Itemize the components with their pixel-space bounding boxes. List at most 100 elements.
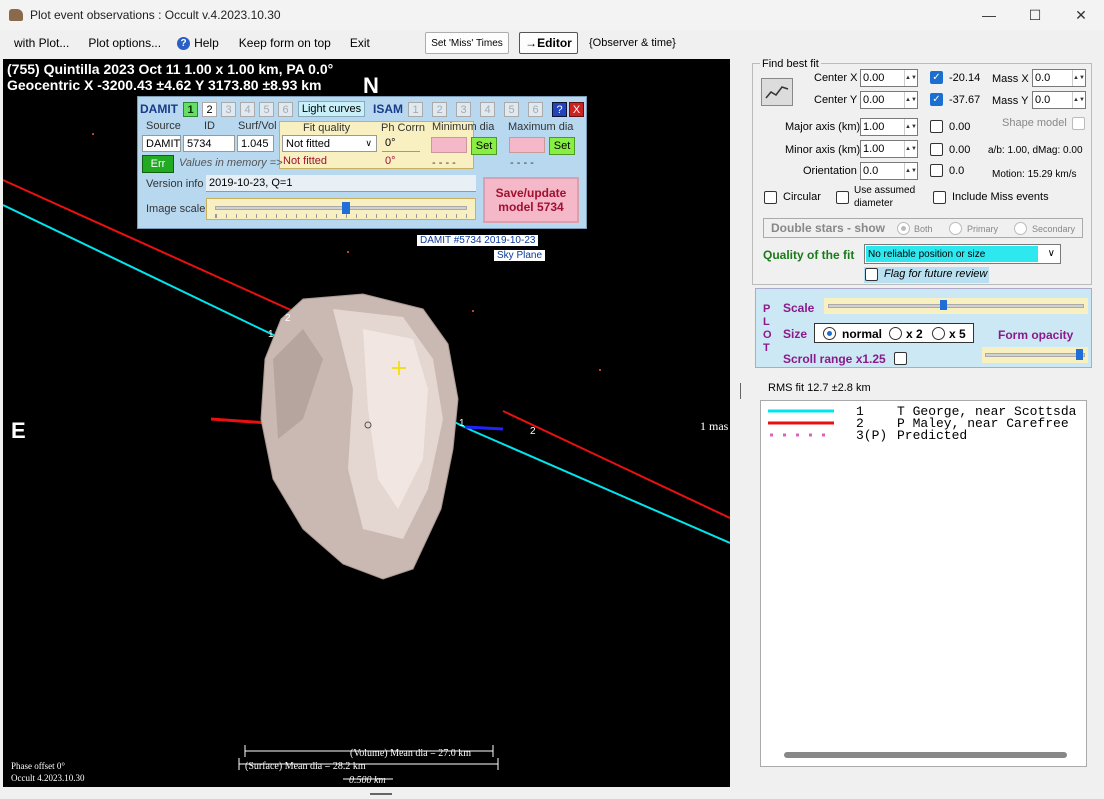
plot-header-line2: Geocentric X -3200.43 ±4.62 Y 3173.80 ±8… <box>7 77 322 93</box>
orientation-checkbox[interactable] <box>930 164 943 177</box>
size-x5-label: x 5 <box>949 327 966 341</box>
scale-thumb[interactable] <box>940 300 947 310</box>
orientation-label: Orientation <box>803 165 857 177</box>
center-y-field[interactable]: 0.00 ▲▼ <box>860 91 918 109</box>
best-fit-button[interactable] <box>761 78 793 106</box>
damit-close-button[interactable]: X <box>569 102 584 117</box>
legend-horizontal-scrollbar[interactable] <box>784 752 1067 758</box>
damit-model-4[interactable]: 4 <box>240 102 255 117</box>
orientation-result: 0.0 <box>949 165 965 177</box>
mass-y-field[interactable]: 0.0 ▲▼ <box>1032 91 1086 109</box>
damit-model-2[interactable]: 2 <box>202 102 217 117</box>
menu-with-plot[interactable]: with Plot... <box>14 36 69 50</box>
fit-quality-select[interactable]: Not fitted ∨ <box>282 135 377 152</box>
isam-model-5[interactable]: 5 <box>504 102 519 117</box>
flag-review-checkbox[interactable] <box>865 268 878 281</box>
damit-help-button[interactable]: ? <box>552 102 567 117</box>
plot-letter-p: P <box>763 303 771 315</box>
window-title: Plot event observations : Occult v.4.202… <box>30 8 281 22</box>
ph-corrn-memory: 0° <box>385 155 396 167</box>
mass-x-field[interactable]: 0.0 ▲▼ <box>1032 69 1086 87</box>
bottom-splitter-handle[interactable] <box>370 793 392 795</box>
double-secondary-label: Secondary <box>1032 224 1076 234</box>
isam-model-6[interactable]: 6 <box>528 102 543 117</box>
double-primary-radio[interactable] <box>949 222 962 235</box>
rms-fit-label: RMS fit 12.7 ±2.8 km <box>768 382 871 394</box>
damit-model-3[interactable]: 3 <box>221 102 236 117</box>
plot-version-label: Occult 4.2023.10.30 <box>11 773 85 783</box>
plot-canvas[interactable]: (755) Quintilla 2023 Oct 11 1.00 x 1.00 … <box>3 59 730 787</box>
chord-2-line-right <box>502 410 730 519</box>
shape-model-checkbox[interactable] <box>1072 117 1085 130</box>
orientation-field[interactable]: 0.0 ▲▼ <box>860 162 918 180</box>
id-field[interactable]: 5734 <box>183 135 235 152</box>
size-x5-radio[interactable] <box>932 327 945 340</box>
menu-help[interactable]: ? Help <box>177 36 219 50</box>
source-field[interactable]: DAMIT <box>142 135 181 152</box>
surfvol-field[interactable]: 1.045 <box>237 135 274 152</box>
scale-slider[interactable] <box>824 298 1088 314</box>
save-line2: model 5734 <box>498 200 564 214</box>
minimize-button[interactable]: — <box>966 0 1012 30</box>
center-y-checkbox[interactable]: ✓ <box>930 93 943 106</box>
legend-num-3: 3(P) <box>856 428 888 443</box>
minor-axis-checkbox[interactable] <box>930 143 943 156</box>
min-dia-dashes: - - - - <box>432 157 456 169</box>
ph-corrn-field[interactable]: 0° <box>382 135 420 152</box>
min-dia-field[interactable] <box>431 137 467 153</box>
fit-chart-icon <box>765 86 789 99</box>
minor-axis-field[interactable]: 1.00 ▲▼ <box>860 140 918 158</box>
menu-keep-on-top[interactable]: Keep form on top <box>239 36 331 50</box>
menu-exit[interactable]: Exit <box>350 36 370 50</box>
center-x-checkbox[interactable]: ✓ <box>930 71 943 84</box>
circular-checkbox[interactable] <box>764 191 777 204</box>
size-x2-radio[interactable] <box>889 327 902 340</box>
err-button[interactable]: Err <box>142 155 174 173</box>
isam-model-1[interactable]: 1 <box>408 102 423 117</box>
double-primary-label: Primary <box>967 224 998 234</box>
double-secondary-radio[interactable] <box>1014 222 1027 235</box>
isam-model-4[interactable]: 4 <box>480 102 495 117</box>
menu-plot-options[interactable]: Plot options... <box>88 36 161 50</box>
flag-review-label: Flag for future review <box>884 268 988 280</box>
image-scale-slider[interactable] <box>206 198 476 220</box>
save-update-model-button[interactable]: Save/update model 5734 <box>483 177 579 223</box>
include-miss-checkbox[interactable] <box>933 191 946 204</box>
splitter-handle[interactable] <box>740 383 741 399</box>
mas-scale-label: 1 mas <box>700 419 729 433</box>
version-info-field[interactable]: 2019-10-23, Q=1 <box>206 175 476 192</box>
max-dia-dashes: - - - - <box>510 157 534 169</box>
editor-button[interactable]: →Editor <box>519 32 578 54</box>
phase-offset-label: Phase offset 0° <box>11 761 65 771</box>
center-x-field[interactable]: 0.00 ▲▼ <box>860 69 918 87</box>
quality-fit-select[interactable]: No reliable position or size ∨ <box>864 244 1061 264</box>
damit-model-1[interactable]: 1 <box>183 102 198 117</box>
size-x2-label: x 2 <box>906 327 923 341</box>
observer-time-label[interactable]: {Observer & time} <box>589 37 676 49</box>
plot-settings-panel: P L O T Scale Size normal x 2 x 5 Form o… <box>755 288 1092 368</box>
menu-help-label: Help <box>194 36 219 50</box>
use-assumed-checkbox[interactable] <box>836 191 849 204</box>
major-axis-field[interactable]: 1.00 ▲▼ <box>860 118 918 136</box>
image-scale-thumb[interactable] <box>342 202 350 214</box>
plot-letter-t: T <box>763 342 770 354</box>
isam-model-2[interactable]: 2 <box>432 102 447 117</box>
light-curves-button[interactable]: Light curves <box>298 101 365 117</box>
damit-model-5[interactable]: 5 <box>259 102 274 117</box>
major-axis-checkbox[interactable] <box>930 120 943 133</box>
double-both-radio[interactable] <box>897 222 910 235</box>
form-opacity-slider[interactable] <box>982 347 1088 363</box>
close-button[interactable]: ✕ <box>1058 0 1104 30</box>
isam-model-3[interactable]: 3 <box>456 102 471 117</box>
max-dia-set-button[interactable]: Set <box>549 137 575 155</box>
size-normal-radio[interactable] <box>823 327 836 340</box>
size-normal-label: normal <box>842 327 883 341</box>
scroll-range-checkbox[interactable] <box>894 352 907 365</box>
min-dia-set-button[interactable]: Set <box>471 137 497 155</box>
set-miss-times-button[interactable]: Set 'Miss' Times <box>425 32 509 54</box>
max-dia-field[interactable] <box>509 137 545 153</box>
maximize-button[interactable]: ☐ <box>1012 0 1058 30</box>
flag-review-row[interactable]: Flag for future review <box>864 267 989 283</box>
form-opacity-thumb[interactable] <box>1076 349 1083 360</box>
damit-model-6[interactable]: 6 <box>278 102 293 117</box>
